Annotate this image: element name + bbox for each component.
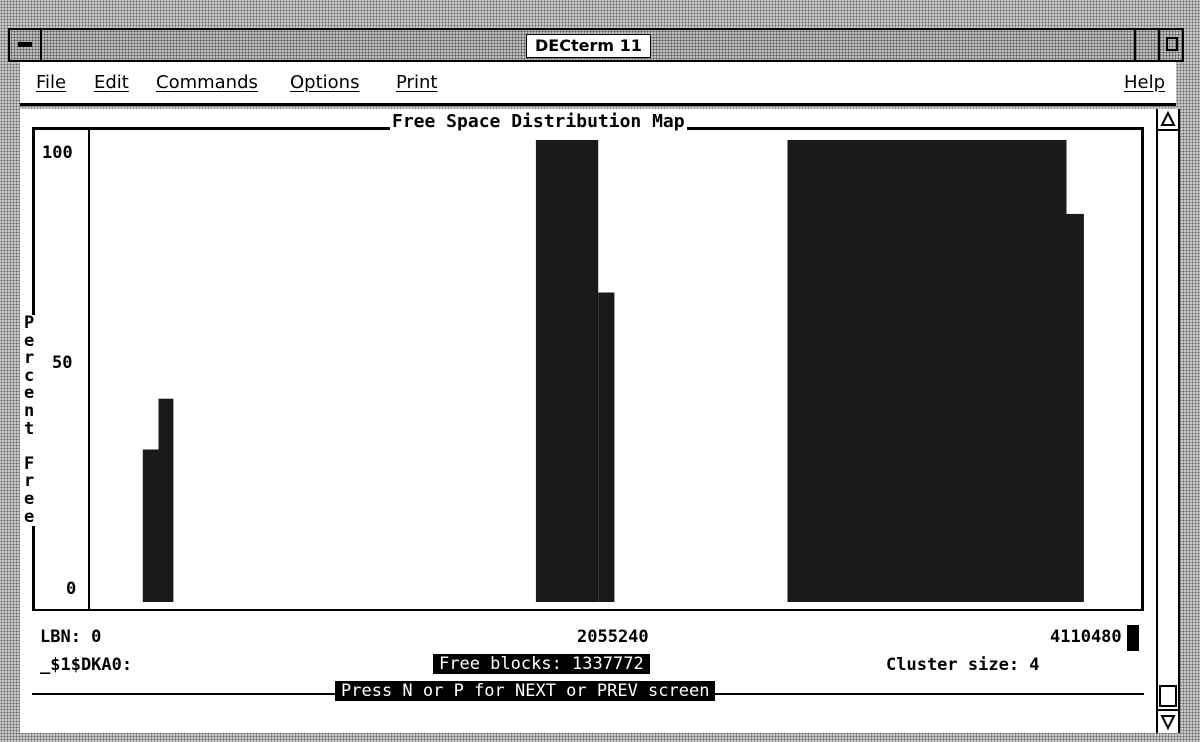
maximize-icon — [1166, 37, 1178, 51]
lbn-mid-label: 2055240 — [577, 627, 649, 647]
free-space-bar — [142, 449, 159, 602]
window-menu-button[interactable] — [10, 30, 42, 60]
free-space-bar — [158, 398, 174, 602]
menu-edit[interactable]: Edit — [94, 72, 129, 93]
title-bar[interactable]: DECterm 11 — [8, 28, 1184, 62]
menu-file[interactable]: File — [36, 72, 66, 93]
window-title: DECterm 11 — [526, 34, 651, 58]
scroll-up-button[interactable] — [1158, 109, 1178, 131]
chart-title: Free Space Distribution Map — [390, 111, 687, 132]
free-space-bar — [787, 140, 1067, 602]
window-menu-icon — [18, 42, 32, 47]
lbn-start-label: LBN: 0 — [40, 627, 102, 647]
menu-bar: File Edit Commands Options Print Help — [20, 62, 1176, 106]
device-name: _$1$DKA0: — [40, 655, 133, 675]
menu-print[interactable]: Print — [396, 72, 437, 93]
terminal-area[interactable]: 100 50 0 Percent Free Free Space Distrib… — [20, 109, 1156, 733]
cluster-size-label: Cluster size: 4 — [886, 655, 1040, 675]
free-space-bar — [598, 292, 615, 602]
free-blocks-label: Free blocks: 1337772 — [433, 654, 650, 674]
scroll-thumb[interactable] — [1159, 685, 1177, 707]
free-space-bar — [1066, 213, 1084, 602]
menu-options[interactable]: Options — [290, 72, 359, 93]
menu-commands[interactable]: Commands — [156, 72, 258, 93]
minimize-button[interactable] — [1134, 30, 1158, 60]
free-space-chart — [142, 140, 1084, 602]
decterm-window: DECterm 11 File Edit Commands Options Pr… — [0, 0, 1200, 742]
lbn-end-label: 4110480 — [1050, 627, 1122, 647]
text-cursor — [1127, 625, 1139, 651]
scroll-down-button[interactable] — [1158, 709, 1178, 731]
maximize-button[interactable] — [1158, 30, 1182, 60]
navigation-prompt: Press N or P for NEXT or PREV screen — [335, 681, 716, 701]
free-space-bar — [535, 140, 599, 602]
menu-help[interactable]: Help — [1124, 72, 1165, 93]
vertical-scrollbar[interactable] — [1156, 109, 1180, 733]
